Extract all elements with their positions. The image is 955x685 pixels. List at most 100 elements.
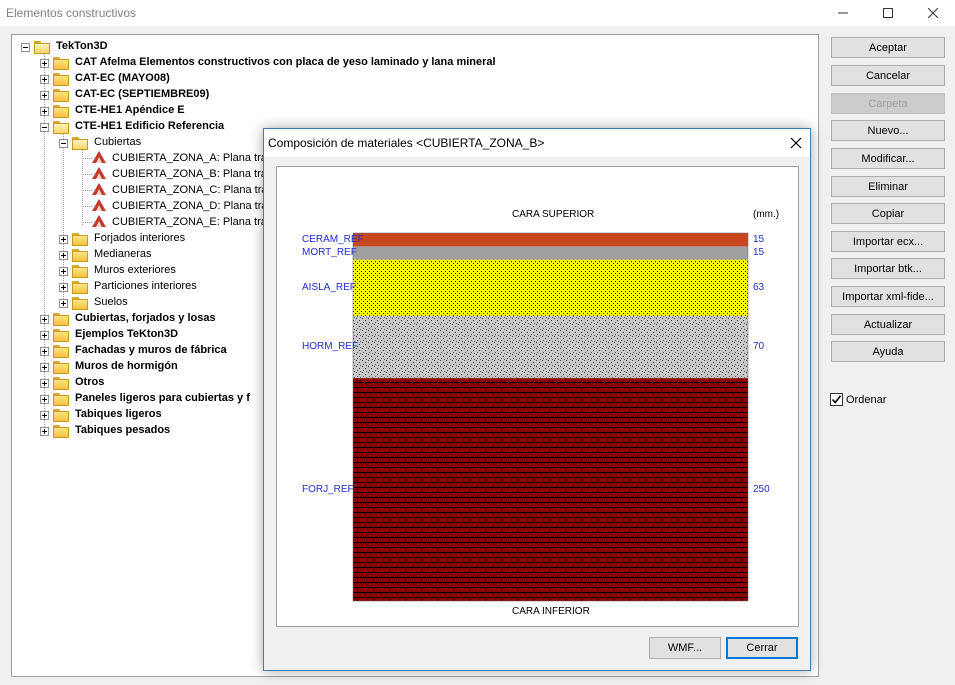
tree-subfolder-label[interactable]: Suelos — [94, 296, 128, 308]
minimize-button[interactable] — [820, 0, 865, 26]
tree-group-label[interactable]: Fachadas y muros de fábrica — [75, 344, 227, 356]
actualizar-button[interactable]: Actualizar — [831, 314, 945, 335]
tree-element-label[interactable]: CUBIERTA_ZONA_E: Plana tran — [112, 216, 273, 228]
expand-toggle[interactable] — [40, 411, 49, 420]
maximize-icon — [882, 8, 893, 18]
tree-group-label[interactable]: CAT Afelma Elementos constructivos con p… — [75, 56, 496, 68]
folder-icon — [53, 345, 70, 358]
folder-icon — [72, 249, 89, 262]
folder-icon — [53, 89, 70, 102]
expand-toggle[interactable] — [59, 267, 68, 276]
expand-toggle[interactable] — [40, 75, 49, 84]
tree-group-label[interactable]: Muros de hormigón — [75, 360, 178, 372]
tree-connector — [82, 158, 92, 159]
expand-toggle[interactable] — [40, 347, 49, 356]
importar-btk-button[interactable]: Importar btk... — [831, 258, 945, 279]
aceptar-button[interactable]: Aceptar — [831, 37, 945, 58]
expand-toggle[interactable] — [40, 315, 49, 324]
minimize-icon — [837, 12, 848, 14]
collapse-toggle[interactable] — [59, 139, 68, 148]
folder-icon — [53, 313, 70, 326]
copiar-button[interactable]: Copiar — [831, 203, 945, 224]
maximize-button[interactable] — [865, 0, 910, 26]
tree-element-label[interactable]: CUBIERTA_ZONA_D: Plana tran — [112, 200, 274, 212]
cerrar-button[interactable]: Cerrar — [726, 637, 798, 659]
expand-toggle[interactable] — [59, 283, 68, 292]
folder-icon — [53, 393, 70, 406]
expand-toggle[interactable] — [40, 363, 49, 372]
folder-icon — [53, 329, 70, 342]
tree-group-label[interactable]: Tabiques ligeros — [75, 408, 162, 420]
tree-subfolder-label[interactable]: Muros exteriores — [94, 264, 176, 276]
tree-group-label[interactable]: CAT-EC (MAYO08) — [75, 72, 170, 84]
ordenar-checkbox[interactable]: Ordenar — [830, 393, 886, 406]
carpeta-button[interactable]: Carpeta — [831, 93, 945, 114]
expand-toggle[interactable] — [59, 235, 68, 244]
element-icon — [92, 167, 106, 179]
tree-group-label[interactable]: CTE-HE1 Edificio Referencia — [75, 120, 224, 132]
checkbox-box[interactable] — [830, 393, 843, 406]
close-window-button[interactable] — [910, 0, 955, 26]
tree-group-label[interactable]: CTE-HE1 Apéndice E — [75, 104, 185, 116]
tree-subfolder-label[interactable]: Medianeras — [94, 248, 151, 260]
layer-name-label: HORM_REF — [302, 341, 359, 353]
folder-icon — [72, 265, 89, 278]
tree-element-label[interactable]: CUBIERTA_ZONA_A: Plana tran — [112, 152, 273, 164]
tree-group-label[interactable]: Cubiertas, forjados y losas — [75, 312, 216, 324]
eliminar-button[interactable]: Eliminar — [831, 176, 945, 197]
tree-connector — [82, 206, 92, 207]
window-titlebar: Elementos constructivos — [0, 0, 955, 26]
tree-element-label[interactable]: CUBIERTA_ZONA_C: Plana tran — [112, 184, 274, 196]
wmf-button[interactable]: WMF... — [649, 637, 721, 659]
element-icon — [92, 183, 106, 195]
tree-subfolder-label[interactable]: Forjados interiores — [94, 232, 185, 244]
layer-thickness-label: 63 — [753, 281, 765, 293]
close-icon — [927, 8, 938, 18]
window-title: Elementos constructivos — [6, 6, 137, 20]
layer-name-label: FORJ_REF — [302, 483, 354, 495]
layer-thickness-label: 250 — [753, 483, 770, 495]
element-icon — [92, 151, 106, 163]
dialog-close-icon[interactable] — [788, 135, 804, 151]
tree-group-label[interactable]: Tabiques pesados — [75, 424, 170, 436]
expand-toggle[interactable] — [40, 91, 49, 100]
ayuda-button[interactable]: Ayuda — [831, 341, 945, 362]
tree-group-label[interactable]: Ejemplos TeKton3D — [75, 328, 178, 340]
collapse-toggle[interactable] — [40, 123, 49, 132]
expand-toggle[interactable] — [40, 427, 49, 436]
tree-group-label[interactable]: Paneles ligeros para cubiertas y f — [75, 392, 250, 404]
tree-element-label-selected[interactable]: CUBIERTA_ZONA_B: Plana tran — [112, 168, 273, 180]
expand-toggle[interactable] — [59, 299, 68, 308]
folder-open-icon — [72, 137, 89, 150]
dialog-titlebar: Composición de materiales <CUBIERTA_ZONA… — [264, 129, 810, 157]
layer-mort-ref — [353, 246, 748, 260]
element-icon — [92, 199, 106, 211]
tree-subfolder-label[interactable]: Cubiertas — [94, 136, 141, 148]
cancelar-button[interactable]: Cancelar — [831, 65, 945, 86]
modificar-button[interactable]: Modificar... — [831, 148, 945, 169]
expand-toggle[interactable] — [40, 107, 49, 116]
tree-subfolder-label[interactable]: Particiones interiores — [94, 280, 197, 292]
tree-connector — [63, 133, 64, 305]
folder-icon — [53, 57, 70, 70]
folder-icon — [53, 73, 70, 86]
folder-icon — [53, 105, 70, 118]
tree-group-label[interactable]: CAT-EC (SEPTIEMBRE09) — [75, 88, 209, 100]
dialog-title: Composición de materiales <CUBIERTA_ZONA… — [268, 136, 545, 150]
expand-toggle[interactable] — [40, 59, 49, 68]
folder-icon — [53, 409, 70, 422]
expand-toggle[interactable] — [40, 331, 49, 340]
layer-name-label: CERAM_REF — [302, 233, 364, 245]
tree-root-label[interactable]: TekTon3D — [56, 40, 108, 52]
tree-connector — [82, 190, 92, 191]
nuevo-button[interactable]: Nuevo... — [831, 120, 945, 141]
importar-ecx-button[interactable]: Importar ecx... — [831, 231, 945, 252]
expand-toggle[interactable] — [59, 251, 68, 260]
collapse-toggle[interactable] — [21, 43, 30, 52]
expand-toggle[interactable] — [40, 379, 49, 388]
expand-toggle[interactable] — [40, 395, 49, 404]
layer-name-label: AISLA_REF — [302, 281, 356, 293]
importar-xml-button[interactable]: Importar xml-fide... — [831, 286, 945, 307]
layer-thickness-label: 15 — [753, 247, 765, 259]
tree-group-label[interactable]: Otros — [75, 376, 104, 388]
